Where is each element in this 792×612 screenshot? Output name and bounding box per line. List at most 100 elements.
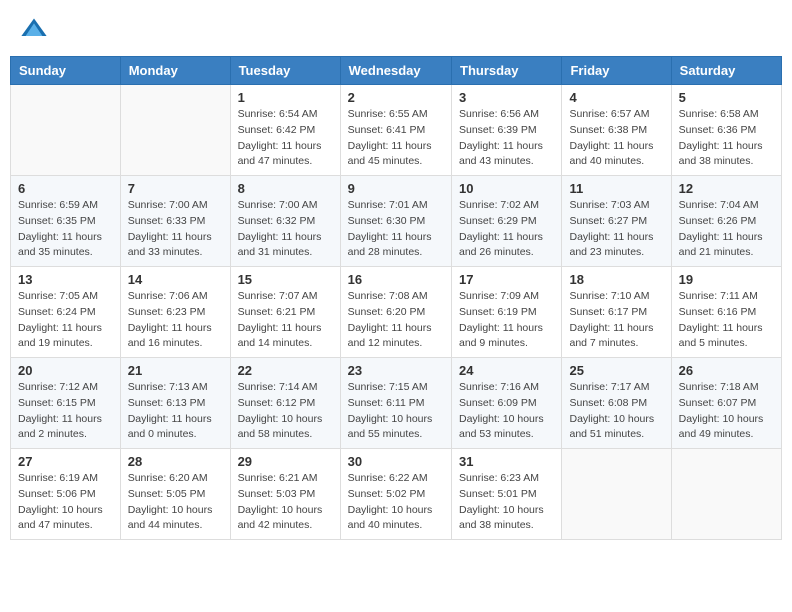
calendar-cell: 29 Sunrise: 6:21 AMSunset: 5:03 PMDayligh… <box>230 449 340 540</box>
day-info: Sunrise: 7:15 AMSunset: 6:11 PMDaylight:… <box>348 380 444 443</box>
calendar-week-row: 13 Sunrise: 7:05 AMSunset: 6:24 PMDayligh… <box>11 267 782 358</box>
calendar-week-row: 1 Sunrise: 6:54 AMSunset: 6:42 PMDaylight… <box>11 85 782 176</box>
day-info: Sunrise: 7:07 AMSunset: 6:21 PMDaylight:… <box>238 289 333 352</box>
calendar-table: SundayMondayTuesdayWednesdayThursdayFrid… <box>10 56 782 540</box>
day-info: Sunrise: 6:22 AMSunset: 5:02 PMDaylight:… <box>348 471 444 534</box>
calendar-cell: 28 Sunrise: 6:20 AMSunset: 5:05 PMDayligh… <box>120 449 230 540</box>
calendar-cell <box>671 449 781 540</box>
day-info: Sunrise: 7:00 AMSunset: 6:32 PMDaylight:… <box>238 198 333 261</box>
calendar-cell: 18 Sunrise: 7:10 AMSunset: 6:17 PMDayligh… <box>562 267 671 358</box>
day-number: 11 <box>569 181 663 196</box>
day-info: Sunrise: 7:17 AMSunset: 6:08 PMDaylight:… <box>569 380 663 443</box>
day-number: 8 <box>238 181 333 196</box>
calendar-cell: 10 Sunrise: 7:02 AMSunset: 6:29 PMDayligh… <box>452 176 562 267</box>
day-info: Sunrise: 7:03 AMSunset: 6:27 PMDaylight:… <box>569 198 663 261</box>
calendar-cell: 13 Sunrise: 7:05 AMSunset: 6:24 PMDayligh… <box>11 267 121 358</box>
day-number: 31 <box>459 454 554 469</box>
calendar-cell: 20 Sunrise: 7:12 AMSunset: 6:15 PMDayligh… <box>11 358 121 449</box>
weekday-header: Sunday <box>11 57 121 85</box>
day-number: 19 <box>679 272 774 287</box>
day-number: 7 <box>128 181 223 196</box>
calendar-week-row: 20 Sunrise: 7:12 AMSunset: 6:15 PMDayligh… <box>11 358 782 449</box>
day-info: Sunrise: 7:06 AMSunset: 6:23 PMDaylight:… <box>128 289 223 352</box>
day-info: Sunrise: 7:02 AMSunset: 6:29 PMDaylight:… <box>459 198 554 261</box>
day-info: Sunrise: 6:54 AMSunset: 6:42 PMDaylight:… <box>238 107 333 170</box>
day-info: Sunrise: 7:08 AMSunset: 6:20 PMDaylight:… <box>348 289 444 352</box>
calendar-cell: 26 Sunrise: 7:18 AMSunset: 6:07 PMDayligh… <box>671 358 781 449</box>
day-info: Sunrise: 6:19 AMSunset: 5:06 PMDaylight:… <box>18 471 113 534</box>
day-number: 20 <box>18 363 113 378</box>
calendar-week-row: 27 Sunrise: 6:19 AMSunset: 5:06 PMDayligh… <box>11 449 782 540</box>
day-info: Sunrise: 6:23 AMSunset: 5:01 PMDaylight:… <box>459 471 554 534</box>
day-number: 6 <box>18 181 113 196</box>
calendar-cell: 5 Sunrise: 6:58 AMSunset: 6:36 PMDaylight… <box>671 85 781 176</box>
calendar-cell: 7 Sunrise: 7:00 AMSunset: 6:33 PMDaylight… <box>120 176 230 267</box>
day-number: 26 <box>679 363 774 378</box>
calendar-cell: 14 Sunrise: 7:06 AMSunset: 6:23 PMDayligh… <box>120 267 230 358</box>
day-number: 16 <box>348 272 444 287</box>
day-number: 13 <box>18 272 113 287</box>
day-info: Sunrise: 7:18 AMSunset: 6:07 PMDaylight:… <box>679 380 774 443</box>
calendar-cell: 9Sunrise: 7:01 AMSunset: 6:30 PMDaylight… <box>340 176 451 267</box>
page-header <box>10 10 782 48</box>
calendar-cell: 31 Sunrise: 6:23 AMSunset: 5:01 PMDayligh… <box>452 449 562 540</box>
day-info: Sunrise: 7:11 AMSunset: 6:16 PMDaylight:… <box>679 289 774 352</box>
calendar-cell: 19 Sunrise: 7:11 AMSunset: 6:16 PMDayligh… <box>671 267 781 358</box>
day-number: 23 <box>348 363 444 378</box>
calendar-cell: 2Sunrise: 6:55 AMSunset: 6:41 PMDaylight… <box>340 85 451 176</box>
calendar-cell: 22 Sunrise: 7:14 AMSunset: 6:12 PMDayligh… <box>230 358 340 449</box>
logo <box>20 15 52 43</box>
calendar-cell: 8 Sunrise: 7:00 AMSunset: 6:32 PMDaylight… <box>230 176 340 267</box>
day-number: 28 <box>128 454 223 469</box>
day-number: 21 <box>128 363 223 378</box>
day-number: 14 <box>128 272 223 287</box>
day-number: 18 <box>569 272 663 287</box>
day-number: 5 <box>679 90 774 105</box>
calendar-week-row: 6Sunrise: 6:59 AMSunset: 6:35 PMDaylight… <box>11 176 782 267</box>
day-info: Sunrise: 6:20 AMSunset: 5:05 PMDaylight:… <box>128 471 223 534</box>
calendar-cell: 4Sunrise: 6:57 AMSunset: 6:38 PMDaylight… <box>562 85 671 176</box>
day-info: Sunrise: 7:01 AMSunset: 6:30 PMDaylight:… <box>348 198 444 261</box>
calendar-cell: 21Sunrise: 7:13 AMSunset: 6:13 PMDayligh… <box>120 358 230 449</box>
day-info: Sunrise: 7:12 AMSunset: 6:15 PMDaylight:… <box>18 380 113 443</box>
calendar-cell: 11 Sunrise: 7:03 AMSunset: 6:27 PMDayligh… <box>562 176 671 267</box>
day-number: 1 <box>238 90 333 105</box>
day-info: Sunrise: 7:04 AMSunset: 6:26 PMDaylight:… <box>679 198 774 261</box>
day-info: Sunrise: 7:05 AMSunset: 6:24 PMDaylight:… <box>18 289 113 352</box>
day-number: 25 <box>569 363 663 378</box>
calendar-header-row: SundayMondayTuesdayWednesdayThursdayFrid… <box>11 57 782 85</box>
calendar-cell: 15 Sunrise: 7:07 AMSunset: 6:21 PMDayligh… <box>230 267 340 358</box>
day-info: Sunrise: 7:16 AMSunset: 6:09 PMDaylight:… <box>459 380 554 443</box>
day-info: Sunrise: 6:55 AMSunset: 6:41 PMDaylight:… <box>348 107 444 170</box>
weekday-header: Monday <box>120 57 230 85</box>
calendar-cell: 17 Sunrise: 7:09 AMSunset: 6:19 PMDayligh… <box>452 267 562 358</box>
day-info: Sunrise: 7:14 AMSunset: 6:12 PMDaylight:… <box>238 380 333 443</box>
day-number: 29 <box>238 454 333 469</box>
day-number: 17 <box>459 272 554 287</box>
day-info: Sunrise: 6:58 AMSunset: 6:36 PMDaylight:… <box>679 107 774 170</box>
day-number: 27 <box>18 454 113 469</box>
calendar-cell: 3 Sunrise: 6:56 AMSunset: 6:39 PMDaylight… <box>452 85 562 176</box>
calendar-cell: 24Sunrise: 7:16 AMSunset: 6:09 PMDayligh… <box>452 358 562 449</box>
calendar-cell: 30 Sunrise: 6:22 AMSunset: 5:02 PMDayligh… <box>340 449 451 540</box>
calendar-cell: 23 Sunrise: 7:15 AMSunset: 6:11 PMDayligh… <box>340 358 451 449</box>
calendar-cell <box>11 85 121 176</box>
day-number: 22 <box>238 363 333 378</box>
calendar-cell <box>562 449 671 540</box>
day-number: 15 <box>238 272 333 287</box>
calendar-cell <box>120 85 230 176</box>
day-info: Sunrise: 7:09 AMSunset: 6:19 PMDaylight:… <box>459 289 554 352</box>
calendar-cell: 6Sunrise: 6:59 AMSunset: 6:35 PMDaylight… <box>11 176 121 267</box>
day-number: 3 <box>459 90 554 105</box>
day-info: Sunrise: 7:00 AMSunset: 6:33 PMDaylight:… <box>128 198 223 261</box>
weekday-header: Friday <box>562 57 671 85</box>
day-number: 10 <box>459 181 554 196</box>
weekday-header: Wednesday <box>340 57 451 85</box>
day-number: 30 <box>348 454 444 469</box>
calendar-cell: 27 Sunrise: 6:19 AMSunset: 5:06 PMDayligh… <box>11 449 121 540</box>
day-info: Sunrise: 6:21 AMSunset: 5:03 PMDaylight:… <box>238 471 333 534</box>
day-number: 12 <box>679 181 774 196</box>
calendar-cell: 12 Sunrise: 7:04 AMSunset: 6:26 PMDayligh… <box>671 176 781 267</box>
day-info: Sunrise: 6:56 AMSunset: 6:39 PMDaylight:… <box>459 107 554 170</box>
day-info: Sunrise: 7:10 AMSunset: 6:17 PMDaylight:… <box>569 289 663 352</box>
